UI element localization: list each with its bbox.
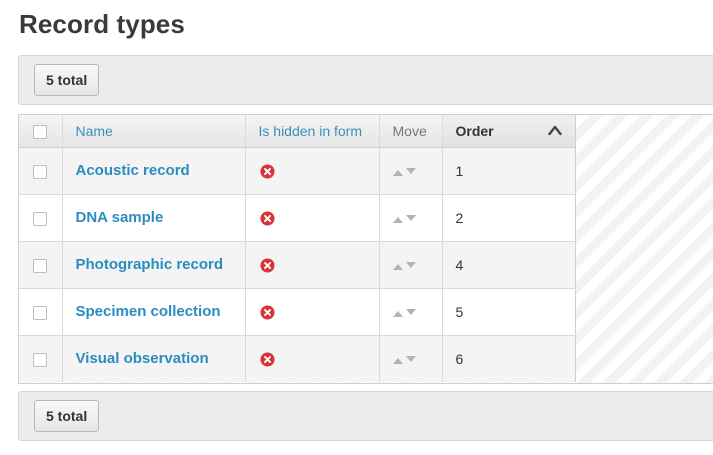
bottom-count-bar: 5 total [18,391,713,441]
hidden-cell [245,240,380,288]
order-cell: 2 [442,193,575,241]
move-cell [379,287,443,335]
red-x-circle-icon [259,352,275,367]
move-down-arrow-icon[interactable] [405,261,416,268]
row-select-cell [19,287,63,335]
hidden-cell [245,193,380,241]
red-x-circle-icon [259,164,275,179]
move-controls [392,356,416,365]
order-value: 4 [455,256,464,273]
top-total-count-button[interactable]: 5 total [34,64,100,96]
row-checkbox[interactable] [33,258,48,273]
record-type-name-link[interactable]: Visual observation [76,350,209,367]
red-x-circle-icon [259,211,275,226]
order-column-label: Order [455,122,494,139]
hidden-cell [245,334,380,382]
row-checkbox[interactable] [33,305,48,320]
record-type-name-link[interactable]: Specimen collection [76,303,221,320]
red-x-circle-icon [259,305,275,320]
row-select-cell [19,240,63,288]
table-row: Photographic record 4 [19,240,575,288]
row-checkbox[interactable] [33,164,48,179]
order-cell: 5 [442,287,575,335]
move-up-arrow-icon[interactable] [392,169,403,176]
move-up-arrow-icon[interactable] [392,216,403,223]
move-up-arrow-icon[interactable] [392,358,403,365]
row-select-cell [19,193,63,241]
order-cell: 1 [442,147,575,194]
row-select-cell [19,334,63,382]
order-value: 5 [455,303,464,320]
table-row: Visual observation 6 [19,334,575,382]
move-controls [392,214,416,223]
order-cell: 6 [442,334,575,382]
hidden-cell [245,287,380,335]
move-cell [379,334,443,382]
red-x-circle-icon [259,258,275,273]
move-down-arrow-icon[interactable] [405,167,416,174]
move-down-arrow-icon[interactable] [405,308,416,315]
records-table-container: Name Is hidden in form Move Order Acoust… [18,114,713,384]
move-cell [379,193,443,241]
select-all-checkbox[interactable] [33,124,48,139]
top-count-bar: 5 total [18,55,713,105]
move-down-arrow-icon[interactable] [405,356,416,363]
name-cell: Specimen collection [62,287,246,335]
table-row: Specimen collection 5 [19,287,575,335]
hidden-cell [245,147,380,194]
move-cell [379,240,443,288]
order-value: 2 [455,209,464,226]
record-types-page: Record types 5 total Name Is hidden in f… [0,0,713,455]
row-checkbox[interactable] [33,352,48,367]
record-types-table: Name Is hidden in form Move Order Acoust… [19,115,576,382]
record-type-name-link[interactable]: Acoustic record [76,162,190,179]
name-cell: Visual observation [62,334,246,382]
order-column-header[interactable]: Order [442,115,575,148]
row-checkbox[interactable] [33,211,48,226]
bottom-total-count-button[interactable]: 5 total [34,400,100,432]
move-controls [392,261,416,270]
hidden-column-header[interactable]: Is hidden in form [245,115,380,148]
move-down-arrow-icon[interactable] [405,214,416,221]
table-header-row: Name Is hidden in form Move Order [19,115,575,148]
move-column-header: Move [379,115,443,148]
page-title: Record types [19,9,185,39]
move-up-arrow-icon[interactable] [392,263,403,270]
select-all-header [19,115,63,148]
move-up-arrow-icon[interactable] [392,310,403,317]
move-cell [379,147,443,194]
table-row: DNA sample 2 [19,193,575,241]
order-value: 6 [455,350,464,367]
record-type-name-link[interactable]: DNA sample [76,209,164,226]
chevron-up-icon [547,125,562,136]
order-value: 1 [455,162,464,179]
move-controls [392,167,416,176]
name-cell: DNA sample [62,193,246,241]
name-cell: Photographic record [62,240,246,288]
name-cell: Acoustic record [62,147,246,194]
row-select-cell [19,147,63,194]
record-type-name-link[interactable]: Photographic record [76,256,224,273]
order-cell: 4 [442,240,575,288]
table-row: Acoustic record 1 [19,147,575,194]
move-controls [392,308,416,317]
name-column-header[interactable]: Name [62,115,246,148]
